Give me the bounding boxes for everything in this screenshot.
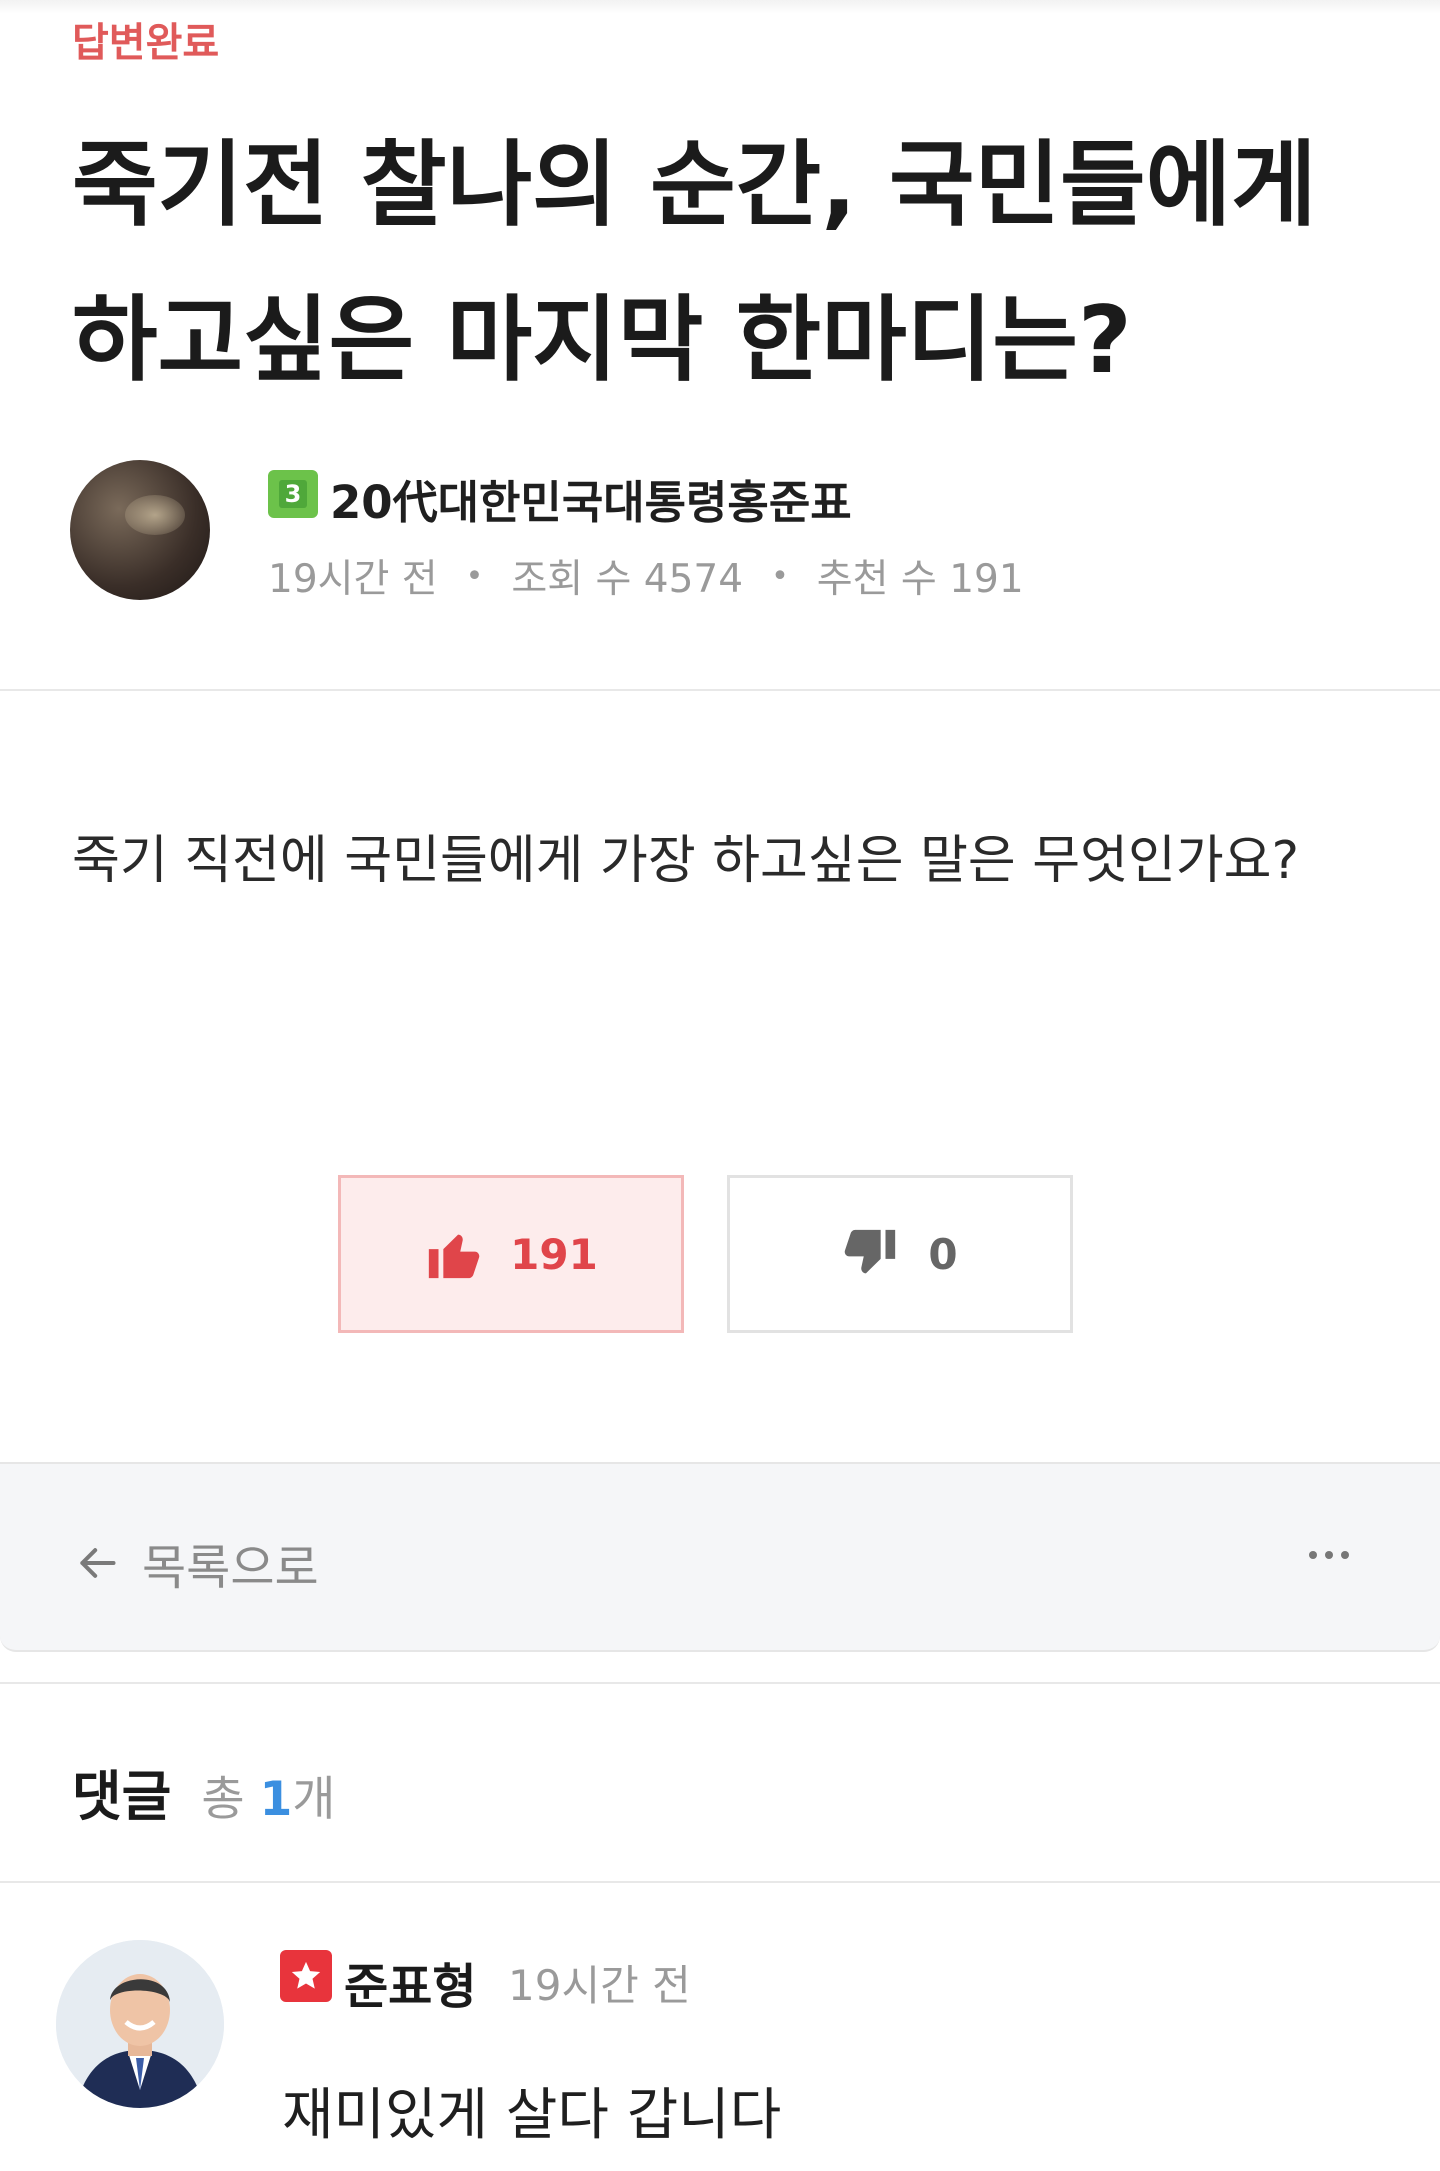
thumbs-down-icon bbox=[845, 1229, 896, 1274]
meta-separator: • bbox=[771, 558, 789, 594]
commenter-name[interactable]: 준표형 bbox=[344, 1947, 476, 2017]
comment-time: 19시간 전 bbox=[508, 1961, 691, 2010]
view-count: 조회 수 4574 bbox=[511, 557, 744, 602]
author-avatar[interactable] bbox=[70, 460, 210, 600]
divider bbox=[0, 689, 1440, 691]
comments-title: 댓글 bbox=[72, 1765, 172, 1828]
post-meta: 19시간 전 • 조회 수 4574 • 추천 수 191 bbox=[268, 548, 1024, 604]
post-time: 19시간 전 bbox=[268, 557, 438, 602]
status-label: 답변완료 bbox=[72, 20, 220, 66]
author-name[interactable]: 20代대한민국대통령홍준표 bbox=[330, 466, 852, 531]
comments-count: 총 1개 bbox=[201, 1760, 335, 1829]
level-number: 3 bbox=[278, 480, 308, 508]
comments-count-suffix: 개 bbox=[292, 1772, 336, 1827]
comment-text: 재미있게 살다 갑니다 bbox=[282, 2083, 782, 2148]
thumbs-up-icon bbox=[428, 1234, 480, 1279]
back-to-list-link[interactable]: 목록으로 bbox=[72, 1528, 319, 1598]
downvote-button[interactable]: 0 bbox=[727, 1175, 1073, 1333]
upvote-button[interactable]: 191 bbox=[338, 1175, 684, 1333]
portrait-icon bbox=[56, 1940, 224, 2108]
commenter-avatar[interactable] bbox=[56, 1940, 224, 2108]
more-dots-icon[interactable] bbox=[1306, 1540, 1352, 1570]
comments-count-number: 1 bbox=[259, 1772, 293, 1827]
recommend-count: 추천 수 191 bbox=[816, 557, 1024, 602]
star-icon bbox=[291, 1961, 321, 1989]
star-badge bbox=[280, 1950, 332, 2002]
arrow-left-icon bbox=[80, 1548, 116, 1578]
divider bbox=[0, 1682, 1440, 1684]
level-badge: 3 bbox=[268, 470, 318, 518]
downvote-count: 0 bbox=[928, 1229, 958, 1279]
post-title: 죽기전 찰나의 순간, 국민들에게 하고싶은 마지막 한마디는? bbox=[72, 131, 1317, 394]
post-body: 죽기 직전에 국민들에게 가장 하고싶은 말은 무엇인가요? bbox=[72, 831, 1300, 891]
divider bbox=[0, 1881, 1440, 1883]
comments-count-prefix: 총 bbox=[201, 1772, 245, 1827]
upvote-count: 191 bbox=[510, 1229, 598, 1279]
comments-header: 댓글 총 1개 bbox=[72, 1752, 336, 1831]
back-to-list-label: 목록으로 bbox=[142, 1540, 319, 1596]
meta-separator: • bbox=[465, 558, 484, 594]
